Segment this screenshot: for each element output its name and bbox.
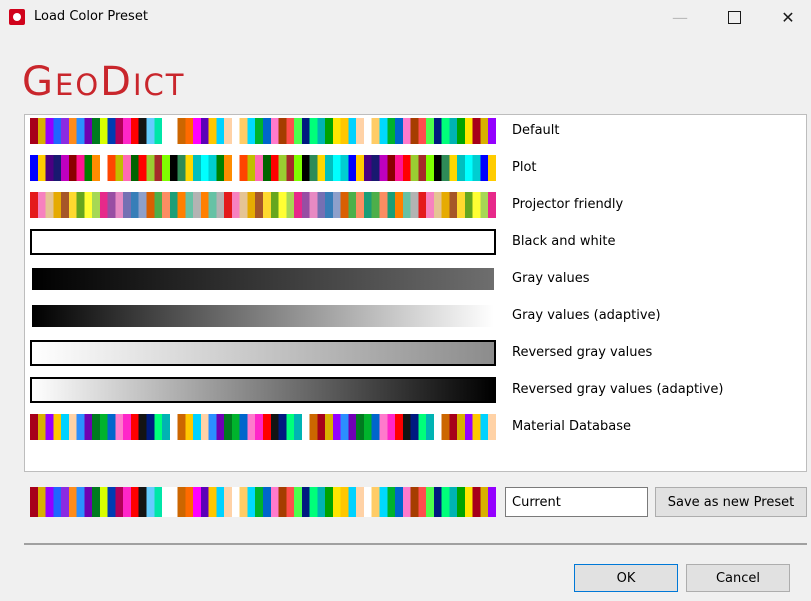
preset-row[interactable]: Plot: [30, 153, 800, 183]
preset-row[interactable]: Default: [30, 116, 800, 146]
preset-list[interactable]: Default Plot Projector friendly Black and w…: [24, 114, 807, 472]
geodict-logo: GEODICT: [22, 59, 186, 105]
preset-label: Projector friendly: [512, 197, 624, 212]
preset-label: Gray values: [512, 271, 590, 286]
geodict-app-icon: [9, 9, 25, 25]
current-colormap-preview: [30, 487, 496, 517]
preset-colormap-swatch: [30, 118, 496, 144]
preset-label: Material Database: [512, 419, 631, 434]
maximize-icon: [727, 10, 741, 24]
preset-row[interactable]: Gray values: [30, 264, 800, 294]
preset-label: Plot: [512, 160, 537, 175]
preset-row[interactable]: Black and white: [30, 227, 800, 257]
preset-colormap-swatch: [30, 377, 496, 403]
preset-label: Reversed gray values (adaptive): [512, 382, 724, 397]
window-title: Load Color Preset: [34, 9, 148, 24]
preset-colormap-swatch: [30, 414, 496, 440]
preset-colormap-swatch: [30, 155, 496, 181]
preset-row[interactable]: Reversed gray values (adaptive): [30, 375, 800, 405]
ok-button[interactable]: OK: [574, 564, 678, 592]
cancel-button[interactable]: Cancel: [686, 564, 790, 592]
title-bar: Load Color Preset — ✕: [0, 0, 811, 34]
preset-name-input[interactable]: [505, 487, 648, 517]
preset-colormap-swatch: [30, 340, 496, 366]
preset-row[interactable]: Gray values (adaptive): [30, 301, 800, 331]
preset-label: Reversed gray values: [512, 345, 653, 360]
preset-row[interactable]: Projector friendly: [30, 190, 800, 220]
minimize-button[interactable]: —: [657, 0, 703, 34]
preset-colormap-swatch: [30, 266, 496, 292]
preset-row[interactable]: Material Database: [30, 412, 800, 442]
preset-colormap-swatch: [30, 229, 496, 255]
close-button[interactable]: ✕: [765, 0, 811, 34]
preset-label: Default: [512, 123, 560, 138]
preset-colormap-swatch: [30, 303, 496, 329]
preset-colormap-swatch: [30, 192, 496, 218]
preset-row[interactable]: Reversed gray values: [30, 338, 800, 368]
save-as-new-preset-button[interactable]: Save as new Preset: [655, 487, 807, 517]
preset-label: Gray values (adaptive): [512, 308, 661, 323]
maximize-button[interactable]: [711, 0, 757, 34]
separator: [24, 543, 807, 545]
preset-label: Black and white: [512, 234, 616, 249]
